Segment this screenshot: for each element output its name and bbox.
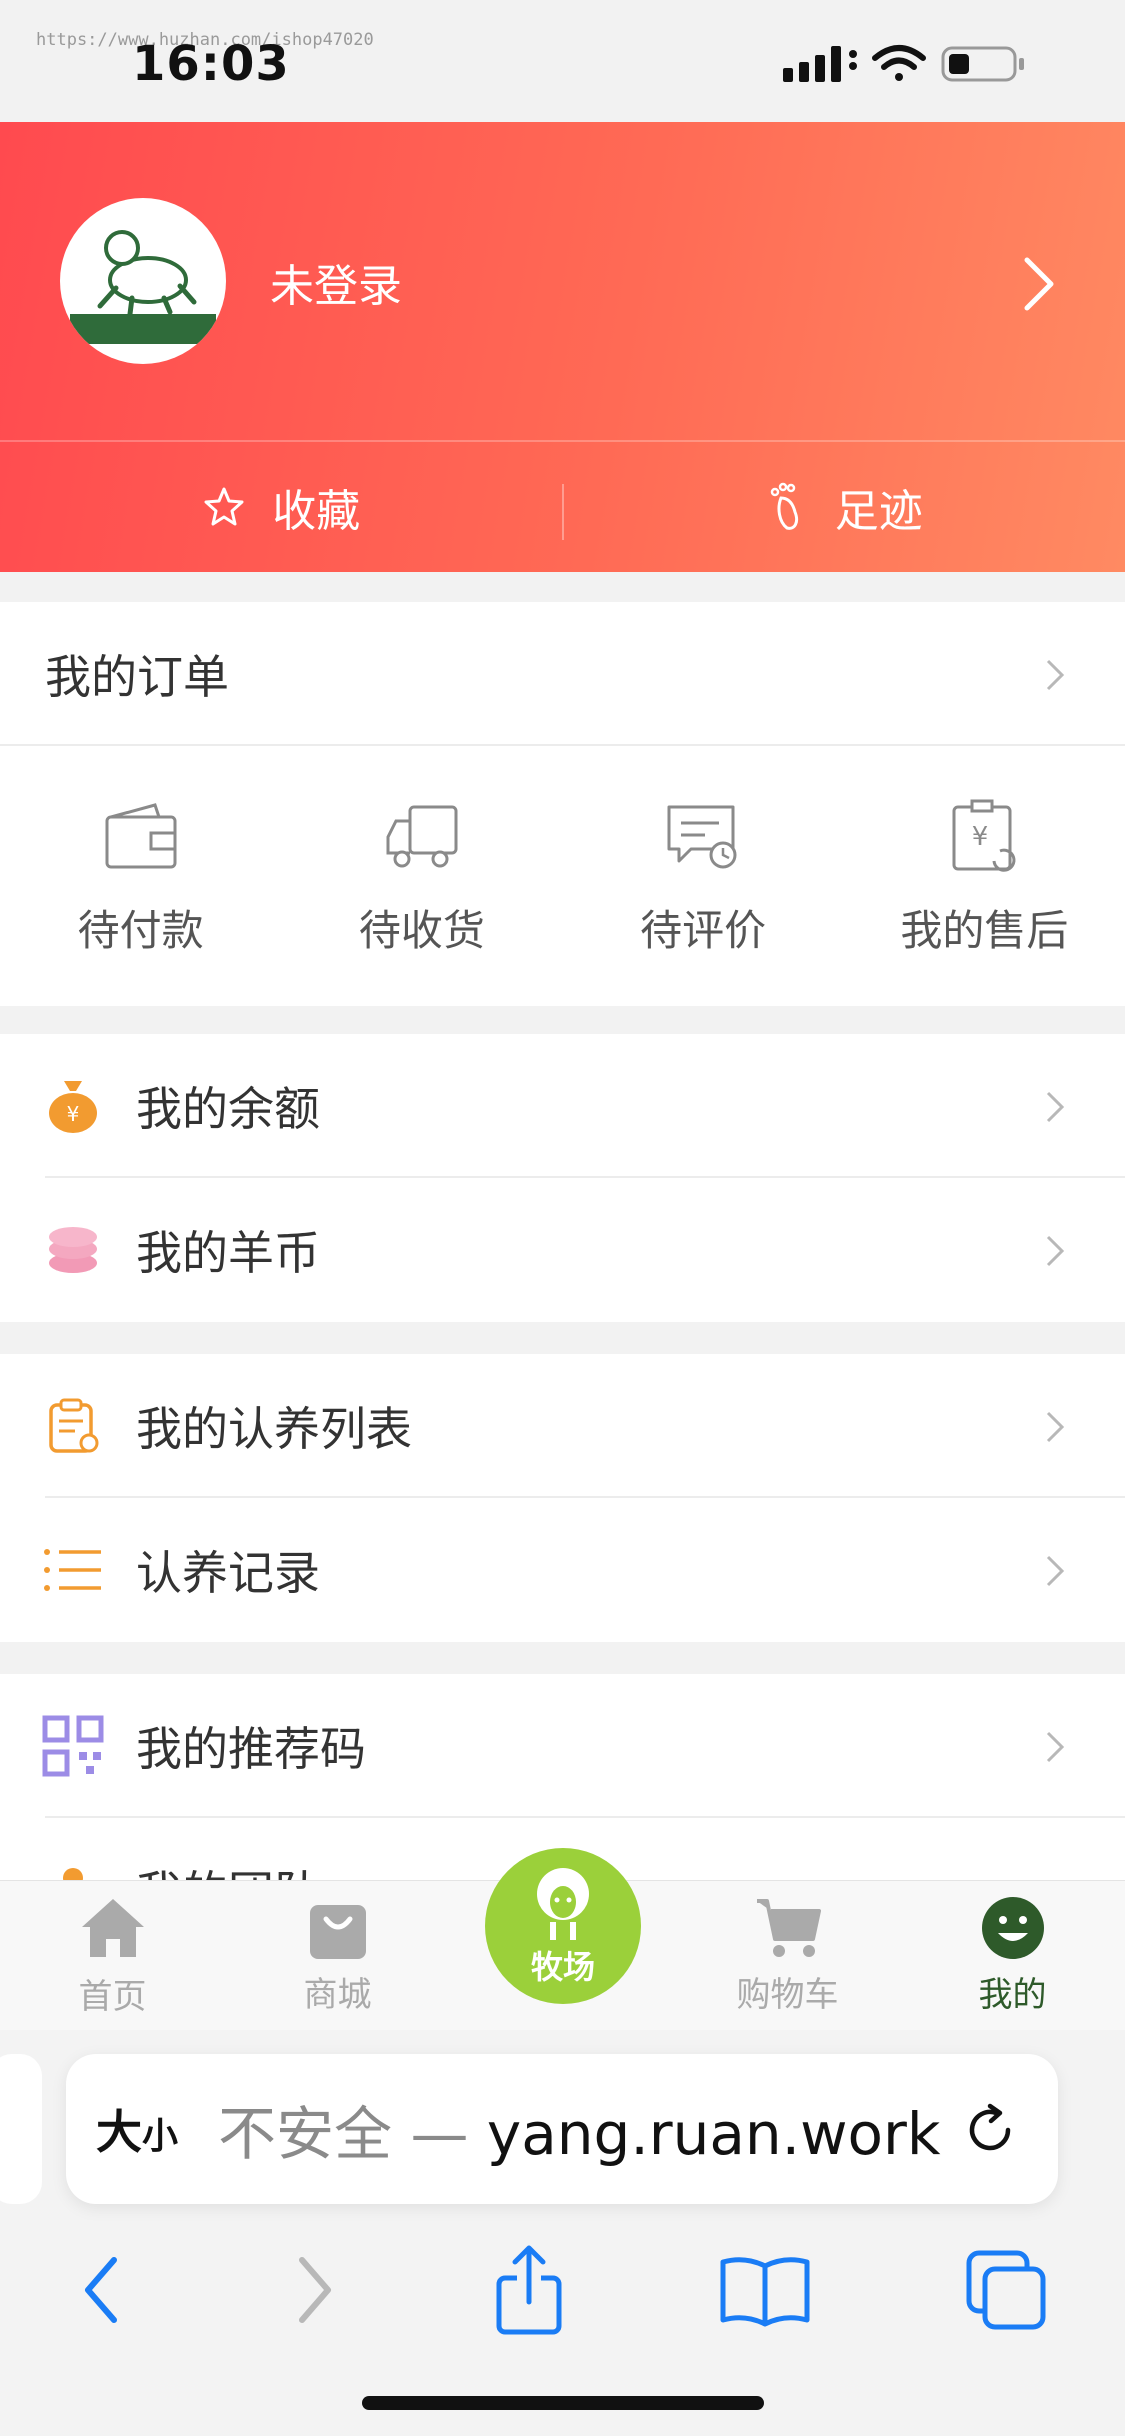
svg-text:¥: ¥ bbox=[67, 1102, 80, 1126]
tab-label: 购物车 bbox=[736, 1975, 839, 2015]
favorites-button[interactable]: 收藏 bbox=[0, 442, 563, 572]
tab-label: 首页 bbox=[78, 1977, 147, 2017]
order-after-sale[interactable]: ¥ 我的售后 bbox=[844, 746, 1125, 1006]
tab-label: 我的 bbox=[978, 1975, 1047, 2015]
chevron-right-icon bbox=[1046, 659, 1065, 691]
url-text: 不安全 — yang.ruan.work bbox=[218, 2087, 940, 2171]
wifi-icon bbox=[872, 45, 926, 81]
wallet-icon bbox=[105, 802, 177, 868]
avatar[interactable] bbox=[60, 198, 226, 364]
smile-icon bbox=[981, 1897, 1044, 1959]
divider bbox=[0, 744, 1125, 746]
forward-icon[interactable] bbox=[282, 2250, 342, 2330]
browser-toolbar: 大小 不安全 — yang.ruan.work bbox=[0, 2030, 1125, 2436]
sheep-logo-icon bbox=[63, 201, 223, 361]
footprint-icon bbox=[770, 482, 798, 530]
address-bar[interactable]: 大小 不安全 — yang.ruan.work bbox=[66, 2054, 1058, 2204]
text-size-big: 大 bbox=[96, 2105, 142, 2159]
browser-nav bbox=[0, 2230, 1125, 2350]
battery-icon bbox=[941, 46, 1024, 82]
order-pending-payment[interactable]: 待付款 bbox=[0, 746, 281, 1006]
coins-icon bbox=[49, 1227, 97, 1273]
menu-label: 我的认养列表 bbox=[136, 1402, 412, 1456]
order-pending-receipt[interactable]: 待收货 bbox=[281, 746, 562, 1006]
tab-label: 牧场 bbox=[530, 1948, 595, 1986]
my-orders-row[interactable]: 我的订单 bbox=[0, 602, 1125, 746]
insecure-label: 不安全 — bbox=[218, 2100, 487, 2168]
footprint-button[interactable]: 足迹 bbox=[563, 442, 1125, 572]
menu-row-adoption-record[interactable]: 认养记录 bbox=[0, 1498, 1125, 1642]
url-host: yang.ruan.work bbox=[486, 2100, 941, 2168]
order-status-grid: 待付款 待收货 待评价 ¥ 我的售后 bbox=[0, 746, 1125, 1006]
footprint-label: 足迹 bbox=[834, 486, 923, 537]
home-indicator bbox=[362, 2396, 764, 2410]
balance-card: ¥ 我的余额 我的羊币 bbox=[0, 1034, 1125, 1322]
text-size-small: 小 bbox=[142, 2116, 179, 2157]
order-pending-review[interactable]: 待评价 bbox=[563, 746, 844, 1006]
menu-row-adoption-list[interactable]: 我的认养列表 bbox=[0, 1354, 1125, 1498]
chevron-right-icon bbox=[1046, 1091, 1065, 1123]
signal-icon bbox=[783, 46, 857, 82]
text-size-button[interactable]: 大小 bbox=[96, 2096, 178, 2162]
chevron-right-icon bbox=[1046, 1731, 1065, 1763]
cart-icon bbox=[756, 1899, 821, 1957]
money-bag-icon: ¥ bbox=[49, 1081, 97, 1133]
chevron-right-icon bbox=[1046, 1235, 1065, 1267]
menu-label: 我的羊币 bbox=[136, 1226, 320, 1280]
tab-label: 商城 bbox=[303, 1975, 372, 2015]
truck-icon bbox=[386, 805, 458, 867]
sheep-icon bbox=[537, 1868, 589, 1940]
back-icon[interactable] bbox=[74, 2250, 134, 2330]
order-item-label: 待收货 bbox=[358, 905, 485, 955]
menu-label: 我的推荐码 bbox=[136, 1722, 366, 1776]
team-icon bbox=[63, 1868, 83, 1880]
tab-mine[interactable]: 我的 bbox=[900, 1881, 1125, 2030]
page: https://www.huzhan.com/ishop47020 16:03 bbox=[0, 0, 1125, 2436]
menu-label: 我的余额 bbox=[136, 1082, 320, 1136]
tab-home[interactable]: 首页 bbox=[0, 1881, 225, 2030]
tab-cart[interactable]: 购物车 bbox=[675, 1881, 900, 2030]
record-list-icon bbox=[44, 1549, 101, 1591]
comment-icon bbox=[667, 805, 737, 868]
adoption-list-icon bbox=[49, 1398, 99, 1453]
bookmarks-icon[interactable] bbox=[717, 2250, 813, 2330]
favorites-label: 收藏 bbox=[272, 486, 361, 537]
qr-code-icon bbox=[42, 1715, 104, 1777]
menu-label: 认养记录 bbox=[136, 1546, 320, 1600]
previous-tab-card[interactable] bbox=[0, 2054, 42, 2204]
svg-text:¥: ¥ bbox=[972, 822, 989, 852]
status-time: 16:03 bbox=[132, 36, 290, 92]
order-item-label: 待付款 bbox=[77, 905, 204, 955]
order-item-label: 待评价 bbox=[640, 905, 767, 955]
chevron-right-icon[interactable] bbox=[1019, 254, 1059, 314]
adoption-card: 我的认养列表 认养记录 bbox=[0, 1354, 1125, 1642]
menu-label: 我的团队 bbox=[136, 1857, 320, 1880]
shopping-bag-icon bbox=[309, 1905, 366, 1959]
home-icon bbox=[81, 1899, 144, 1957]
status-bar: https://www.huzhan.com/ishop47020 16:03 bbox=[0, 0, 1125, 122]
menu-row-referral-code[interactable]: 我的推荐码 bbox=[0, 1674, 1125, 1818]
share-icon[interactable] bbox=[489, 2242, 569, 2338]
reload-icon[interactable] bbox=[962, 2102, 1018, 2158]
after-sale-icon: ¥ bbox=[952, 799, 1016, 872]
tabs-icon[interactable] bbox=[961, 2245, 1051, 2335]
tab-ranch[interactable]: 牧场 bbox=[485, 1848, 641, 2004]
status-icons bbox=[783, 45, 1024, 82]
star-icon bbox=[204, 487, 244, 526]
order-item-label: 我的售后 bbox=[900, 905, 1069, 955]
login-status[interactable]: 未登录 bbox=[270, 250, 402, 314]
profile-header: 未登录 收藏 足迹 bbox=[0, 122, 1125, 572]
orders-card: 我的订单 待付款 待收货 待评价 ¥ 我的售后 bbox=[0, 602, 1125, 1006]
my-orders-title: 我的订单 bbox=[45, 650, 229, 704]
chevron-right-icon bbox=[1046, 1411, 1065, 1443]
menu-row-coins[interactable]: 我的羊币 bbox=[0, 1178, 1125, 1322]
tab-mall[interactable]: 商城 bbox=[225, 1881, 450, 2030]
chevron-right-icon bbox=[1046, 1555, 1065, 1587]
actions-separator bbox=[562, 484, 564, 540]
menu-row-balance[interactable]: ¥ 我的余额 bbox=[0, 1034, 1125, 1178]
